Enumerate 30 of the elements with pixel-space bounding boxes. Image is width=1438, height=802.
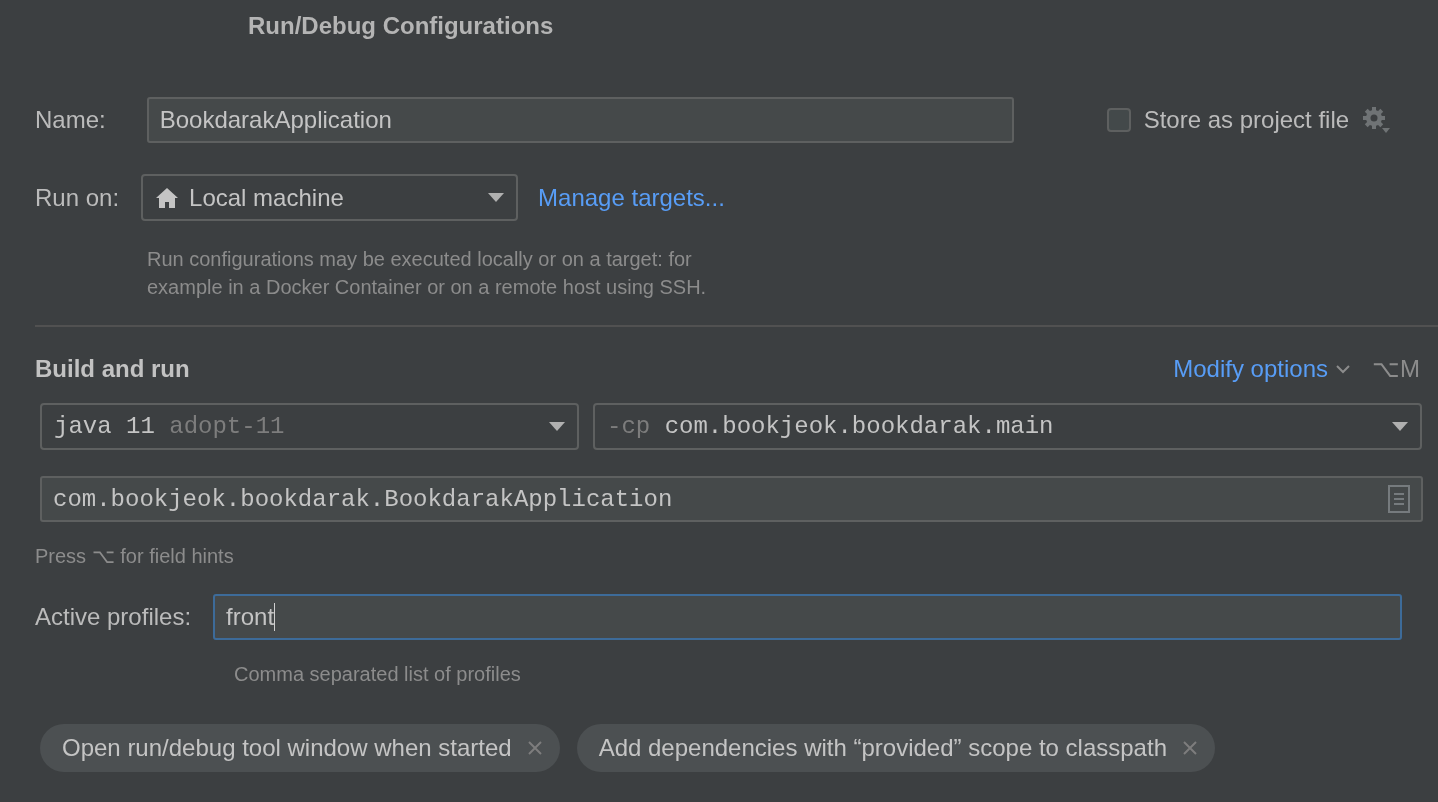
run-on-dropdown[interactable]: Local machine — [141, 174, 519, 221]
profiles-help-text: Comma separated list of profiles — [234, 662, 522, 687]
caret-icon — [1392, 421, 1408, 432]
gear-icon[interactable] — [1362, 106, 1391, 134]
active-profiles-field[interactable]: front — [213, 594, 1403, 640]
manage-targets-link[interactable]: Manage targets... — [538, 183, 725, 212]
active-profiles-label: Active profiles: — [35, 603, 192, 631]
window-title: Run/Debug Configurations — [247, 11, 555, 41]
store-checkbox[interactable] — [1106, 108, 1131, 132]
modify-options-link[interactable]: Modify options — [1173, 355, 1350, 383]
main-class-field[interactable]: com.bookjeok.bookdarak.BookdarakApplication — [40, 476, 1423, 522]
option-chip[interactable]: Add dependencies with “provided” scope to classpath — [576, 724, 1215, 772]
name-label: Name: — [35, 106, 106, 134]
document-icon[interactable] — [1388, 485, 1410, 513]
jdk-dropdown[interactable]: java 11 adopt-11 — [40, 403, 579, 450]
name-field[interactable]: BookdarakApplication — [146, 97, 1014, 143]
shortcut-hint: ⌥M — [1372, 355, 1420, 383]
chevron-down-icon — [1336, 364, 1350, 374]
classpath-dropdown[interactable]: -cp com.bookjeok.bookdarak.main — [593, 403, 1422, 450]
run-on-help-text: Run configurations may be executed locally or on a target: for example in a Docker Container or on a remote host using SSH. — [147, 247, 708, 300]
close-icon[interactable] — [527, 741, 542, 755]
field-hint-text: Press ⌥ for field hints — [35, 544, 235, 569]
home-icon — [155, 186, 180, 209]
store-label: Store as project file — [1143, 106, 1350, 134]
section-title: Build and run — [35, 355, 190, 383]
run-on-label: Run on: — [35, 183, 120, 212]
caret-icon — [488, 192, 505, 203]
caret-icon — [549, 421, 565, 432]
close-icon[interactable] — [1183, 741, 1197, 755]
option-chip[interactable]: Open run/debug tool window when started — [40, 724, 560, 772]
